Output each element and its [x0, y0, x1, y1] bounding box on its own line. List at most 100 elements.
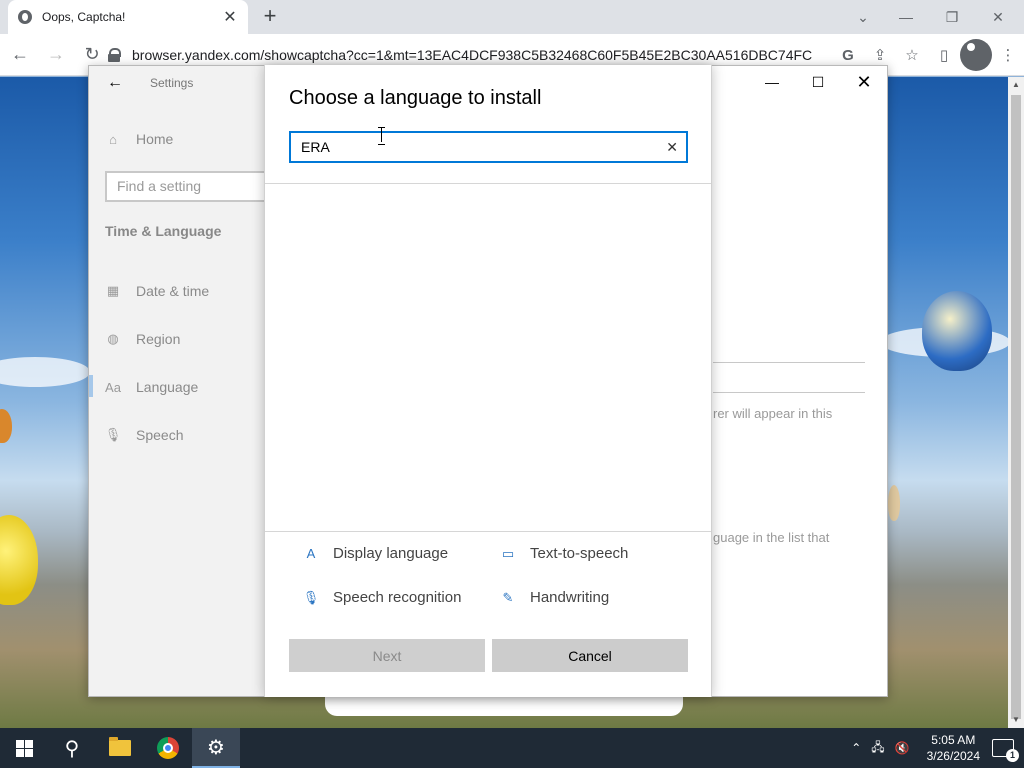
active-indicator: [89, 375, 93, 397]
tab-title: Oops, Captcha!: [42, 10, 126, 24]
handwriting-icon: ✎: [502, 589, 514, 605]
folder-icon: [109, 737, 131, 756]
tab-close-icon[interactable]: ✕: [222, 7, 238, 27]
notification-icon[interactable]: 1: [992, 739, 1019, 762]
profile-icon[interactable]: [960, 39, 992, 71]
volume-muted-icon[interactable]: 🔇: [895, 741, 910, 755]
home-icon: ⌂: [109, 131, 117, 147]
back-arrow-icon[interactable]: ←: [4, 39, 36, 71]
dialog-title: Choose a language to install: [289, 87, 542, 109]
divider: [713, 392, 865, 393]
cancel-button[interactable]: Cancel: [492, 639, 688, 672]
page-bottom-panel: [325, 694, 683, 716]
browser-window-controls: ⌄ — ❐ ✕: [843, 0, 1021, 34]
background-text: guage in the list that: [713, 530, 830, 545]
balloon-image: [888, 485, 900, 521]
feature-display-language: A Display language: [303, 545, 448, 562]
feature-label: Speech recognition: [333, 589, 462, 606]
new-tab-button[interactable]: +: [258, 4, 282, 28]
display-language-icon: A: [306, 546, 316, 561]
text-to-speech-icon: ▭: [501, 545, 515, 561]
settings-button[interactable]: ⚙: [192, 728, 240, 768]
star-icon[interactable]: ☆: [896, 39, 928, 71]
maximize-icon[interactable]: ☐: [795, 66, 841, 98]
windows-icon: [15, 739, 33, 757]
file-explorer-button[interactable]: [96, 728, 144, 768]
settings-title: Settings: [150, 76, 194, 90]
settings-window-controls: — ☐ ✕: [749, 66, 887, 98]
globe-icon: ◍: [107, 331, 119, 346]
network-icon[interactable]: 🖧: [871, 738, 884, 759]
taskbar: ⚲ ⚙ ⌃ 🖧 🔇 5:05 AM 3/26/2024 1: [0, 728, 1024, 768]
clock[interactable]: 5:05 AM 3/26/2024: [927, 732, 980, 764]
browser-tab[interactable]: Oops, Captcha! ✕: [8, 0, 248, 34]
microphone-icon: 🎙: [302, 589, 320, 605]
close-icon[interactable]: ✕: [975, 0, 1021, 34]
side-panel-icon[interactable]: ▯: [928, 39, 960, 71]
background-text: rer will appear in this: [713, 406, 833, 421]
feature-label: Handwriting: [530, 589, 610, 606]
feature-label: Text-to-speech: [530, 545, 629, 562]
system-tray: ⌃ 🖧 🔇 5:05 AM 3/26/2024 1: [846, 728, 1024, 768]
minimize-icon[interactable]: —: [749, 66, 795, 98]
back-arrow-icon[interactable]: ←: [107, 74, 123, 92]
browser-tabstrip: Oops, Captcha! ✕ + ⌄ — ❐ ✕: [0, 0, 1024, 34]
feature-speech-recognition: 🎙 Speech recognition: [302, 589, 462, 606]
nav-item-label: Date & time: [136, 283, 210, 299]
section-heading: Time & Language: [105, 223, 222, 239]
nav-item-region[interactable]: ◍ Region: [105, 327, 180, 351]
search-icon: ⚲: [64, 737, 80, 760]
chevron-up-icon[interactable]: ⌃: [851, 741, 861, 755]
cloud: [0, 357, 90, 387]
nav-item-date-time[interactable]: ▦ Date & time: [105, 279, 209, 303]
restore-icon[interactable]: ❐: [929, 0, 975, 34]
clock-time: 5:05 AM: [931, 733, 976, 747]
start-button[interactable]: [0, 728, 48, 768]
search-button[interactable]: ⚲: [48, 728, 96, 768]
feature-handwriting: ✎ Handwriting: [500, 589, 610, 606]
close-icon[interactable]: ✕: [841, 66, 887, 98]
nav-item-home[interactable]: ⌂ Home: [105, 127, 173, 151]
chrome-icon: [157, 737, 179, 759]
scroll-thumb[interactable]: [1011, 95, 1021, 719]
nav-item-language[interactable]: Aa Language: [105, 375, 198, 399]
language-icon: Aa: [105, 379, 121, 395]
clock-date: 3/26/2024: [926, 749, 980, 763]
balloon-image: [922, 291, 992, 371]
chrome-button[interactable]: [144, 728, 192, 768]
gear-icon: ⚙: [207, 736, 225, 759]
feature-label: Display language: [333, 545, 449, 562]
language-search-field[interactable]: [301, 139, 651, 155]
globe-icon: [18, 10, 32, 24]
settings-sidebar: ← Settings ⌂ Home Find a setting Time & …: [89, 66, 273, 696]
choose-language-dialog: Choose a language to install ✕ A Display…: [264, 65, 712, 697]
divider: [265, 183, 711, 184]
url-text: browser.yandex.com/showcaptcha?cc=1&mt=1…: [132, 47, 812, 63]
lock-icon: [108, 48, 121, 62]
nav-item-label: Language: [136, 379, 199, 395]
minimize-icon[interactable]: —: [883, 0, 929, 34]
scroll-down-icon[interactable]: ▼: [1008, 712, 1024, 728]
calendar-clock-icon: ▦: [106, 283, 120, 298]
nav-item-label: Home: [136, 131, 174, 147]
divider: [265, 531, 711, 532]
balloon-image: [0, 409, 12, 443]
text-cursor-icon: [377, 127, 387, 145]
page-scrollbar[interactable]: ▲ ▼: [1008, 77, 1024, 728]
nav-item-label: Speech: [136, 427, 184, 443]
feature-text-to-speech: ▭ Text-to-speech: [500, 545, 629, 562]
language-search-input[interactable]: ✕: [289, 131, 688, 163]
nav-item-label: Region: [136, 331, 181, 347]
find-setting-input[interactable]: Find a setting: [105, 171, 273, 202]
scroll-up-icon[interactable]: ▲: [1008, 77, 1024, 93]
microphone-icon: 🎙: [104, 427, 122, 442]
next-button[interactable]: Next: [289, 639, 485, 672]
avatar: [960, 39, 992, 71]
divider: [713, 362, 865, 363]
tab-search-chevron-icon[interactable]: ⌄: [843, 0, 883, 34]
clear-icon[interactable]: ✕: [666, 139, 678, 156]
notification-badge: 1: [1006, 749, 1019, 762]
forward-arrow-icon[interactable]: →: [40, 39, 72, 71]
nav-item-speech[interactable]: 🎙 Speech: [104, 423, 184, 447]
menu-icon[interactable]: ⋮: [992, 39, 1024, 71]
